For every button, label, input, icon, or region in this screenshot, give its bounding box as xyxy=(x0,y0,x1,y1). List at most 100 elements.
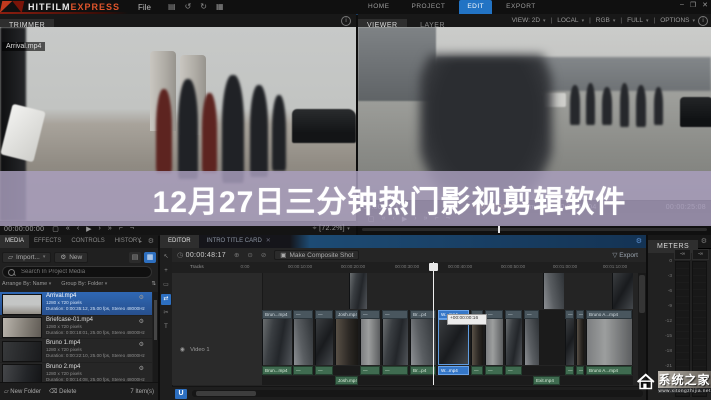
slip-tool[interactable]: ⇄ xyxy=(161,294,171,305)
frame-icon[interactable]: ▢ xyxy=(52,225,59,233)
tab-project[interactable]: PROJECT xyxy=(404,0,454,14)
group-by-select[interactable]: Group By: Folder ▾ xyxy=(61,281,107,290)
gear-icon[interactable]: ⚙ xyxy=(139,365,144,372)
gear-icon[interactable]: ⚙ xyxy=(701,237,707,245)
snap-toggle[interactable]: U xyxy=(175,389,187,399)
seek-track[interactable] xyxy=(362,228,707,231)
viewer-control-options[interactable]: OPTIONS▾ xyxy=(660,17,695,24)
slice-tool[interactable]: ✂ xyxy=(161,308,171,319)
audio-clip[interactable]: — xyxy=(565,366,574,375)
audio-clip[interactable]: — xyxy=(293,366,313,375)
editor-horizontal-scrollbar[interactable] xyxy=(192,390,643,397)
gear-icon[interactable]: ⚙ xyxy=(139,294,144,301)
text-tool[interactable]: T xyxy=(161,322,171,333)
tab-export[interactable]: EXPORT xyxy=(498,0,544,14)
info-icon[interactable]: i xyxy=(698,16,708,26)
step-forward-icon[interactable]: › xyxy=(99,225,101,233)
video-clip[interactable] xyxy=(349,273,367,309)
eye-icon[interactable]: ◉ xyxy=(180,347,185,353)
new-button[interactable]: ⚙New xyxy=(54,252,88,263)
clear-marks-icon[interactable]: ⊘ xyxy=(261,251,266,259)
play-icon[interactable]: ▶ xyxy=(86,225,91,233)
tab-effects[interactable]: EFFECTS xyxy=(29,235,66,248)
video-track-label[interactable]: ◉Video 1 xyxy=(180,347,210,353)
video-clip[interactable]: Bruno A...mp4 xyxy=(586,310,632,365)
gear-icon[interactable]: ⚙ xyxy=(148,237,154,245)
video-clip[interactable]: — xyxy=(315,310,333,365)
step-back-icon[interactable]: ‹ xyxy=(77,225,79,233)
export-button[interactable]: ▽ Export xyxy=(612,251,638,259)
audio-clip[interactable]: — xyxy=(360,366,380,375)
set-out-icon[interactable]: ⊙ xyxy=(247,251,252,259)
scrollbar-thumb[interactable] xyxy=(639,275,645,313)
video-clip[interactable]: — xyxy=(565,310,574,365)
tab-media[interactable]: MEDIA xyxy=(0,235,29,248)
chevron-right-icon[interactable]: ▸ xyxy=(139,238,142,245)
playhead[interactable] xyxy=(433,262,434,385)
close-icon[interactable]: ✕ xyxy=(266,235,271,248)
viewer-control-view[interactable]: VIEW: 2D▾ xyxy=(512,17,546,24)
gear-icon[interactable]: ⚙ xyxy=(139,341,144,348)
hand-tool[interactable]: + xyxy=(161,266,171,277)
restore-button[interactable]: ❐ xyxy=(690,1,696,9)
layout-icon[interactable]: ▦ xyxy=(216,2,224,11)
gear-icon[interactable]: ⚙ xyxy=(636,237,642,245)
video-clip[interactable]: — xyxy=(382,310,408,365)
media-item[interactable]: Briefcase-01.mp41280 x 720 pixelsDuratio… xyxy=(0,316,152,339)
undo-icon[interactable]: ↺ xyxy=(185,2,192,11)
file-menu[interactable]: File xyxy=(138,3,151,12)
audio-clip[interactable]: Exit.mp4 xyxy=(533,376,560,385)
video-clip[interactable] xyxy=(543,273,564,309)
audio-clip[interactable]: Josh.mp4 xyxy=(335,376,358,385)
in-point-icon[interactable]: ⌐ xyxy=(119,225,123,233)
audio-clip[interactable]: — xyxy=(485,366,503,375)
tab-home[interactable]: HOME xyxy=(360,0,398,14)
tab-editor[interactable]: EDITOR xyxy=(160,235,199,248)
delete-button[interactable]: ⌫ Delete xyxy=(49,388,77,395)
go-start-icon[interactable]: « xyxy=(66,225,70,233)
go-end-icon[interactable]: » xyxy=(108,225,112,233)
list-view-icon[interactable]: ▤ xyxy=(129,252,141,263)
viewer-control-rgb[interactable]: RGB▾ xyxy=(596,17,616,24)
out-point-icon[interactable]: ¬ xyxy=(130,225,134,233)
video-clip[interactable]: Josh.mp4 xyxy=(335,310,358,365)
info-icon[interactable]: i xyxy=(341,16,351,26)
marquee-tool[interactable]: ▭ xyxy=(161,280,171,291)
viewer-control-local[interactable]: LOCAL▾ xyxy=(557,17,584,24)
audio-clip[interactable]: — xyxy=(505,366,522,375)
save-icon[interactable]: ▤ xyxy=(168,2,176,11)
video-clip[interactable]: — xyxy=(485,310,503,365)
sort-direction-icon[interactable]: ⇅ xyxy=(151,281,156,290)
trimmer-zoom-control[interactable]: ⌖ [72.2%] ▾ xyxy=(313,225,350,233)
audio-track-lane[interactable]: Brun...mp4————Br...p4W...mp4—————Bruno A… xyxy=(262,366,633,375)
audio-clip[interactable]: — xyxy=(576,366,584,375)
tab-edit[interactable]: EDIT xyxy=(459,0,492,14)
audio-clip[interactable]: — xyxy=(382,366,408,375)
scrollbar-thumb[interactable] xyxy=(196,391,256,396)
media-item[interactable]: Arrival.mp41280 x 720 pixelsDuration: 0:… xyxy=(0,292,152,315)
video-clip[interactable] xyxy=(612,273,633,309)
media-item[interactable]: Bruno 1.mp41280 x 720 pixelsDuration: 0:… xyxy=(0,339,152,362)
video-clip[interactable]: — xyxy=(524,310,539,365)
import-button[interactable]: ▱Import...▾ xyxy=(2,252,51,263)
make-composite-shot-button[interactable]: ▣Make Composite Shot xyxy=(274,250,359,260)
seek-playhead[interactable] xyxy=(498,226,500,233)
new-folder-button[interactable]: ▱ New Folder xyxy=(4,388,41,395)
audio-clip[interactable]: — xyxy=(315,366,333,375)
tab-controls[interactable]: CONTROLS xyxy=(66,235,109,248)
set-in-icon[interactable]: ⊕ xyxy=(234,251,239,259)
tab-intro-title-card[interactable]: INTRO TITLE CARD✕ xyxy=(199,235,279,248)
editor-timecode[interactable]: ◷ 00:00:48:17 xyxy=(177,251,226,259)
close-button[interactable]: ✕ xyxy=(702,1,708,9)
video-clip[interactable]: — xyxy=(360,310,380,365)
audio-clip[interactable]: — xyxy=(471,366,483,375)
minimize-button[interactable]: – xyxy=(680,1,684,9)
grid-view-icon[interactable]: ▦ xyxy=(144,252,156,263)
gear-icon[interactable]: ⚙ xyxy=(139,318,144,325)
search-input[interactable] xyxy=(19,268,146,276)
redo-icon[interactable]: ↻ xyxy=(200,2,207,11)
video-clip[interactable]: — xyxy=(576,310,584,365)
arrange-by-select[interactable]: Arrange By: Name ▾ xyxy=(2,281,51,290)
scrollbar-thumb[interactable] xyxy=(154,300,157,340)
video-clip[interactable]: — xyxy=(293,310,313,365)
